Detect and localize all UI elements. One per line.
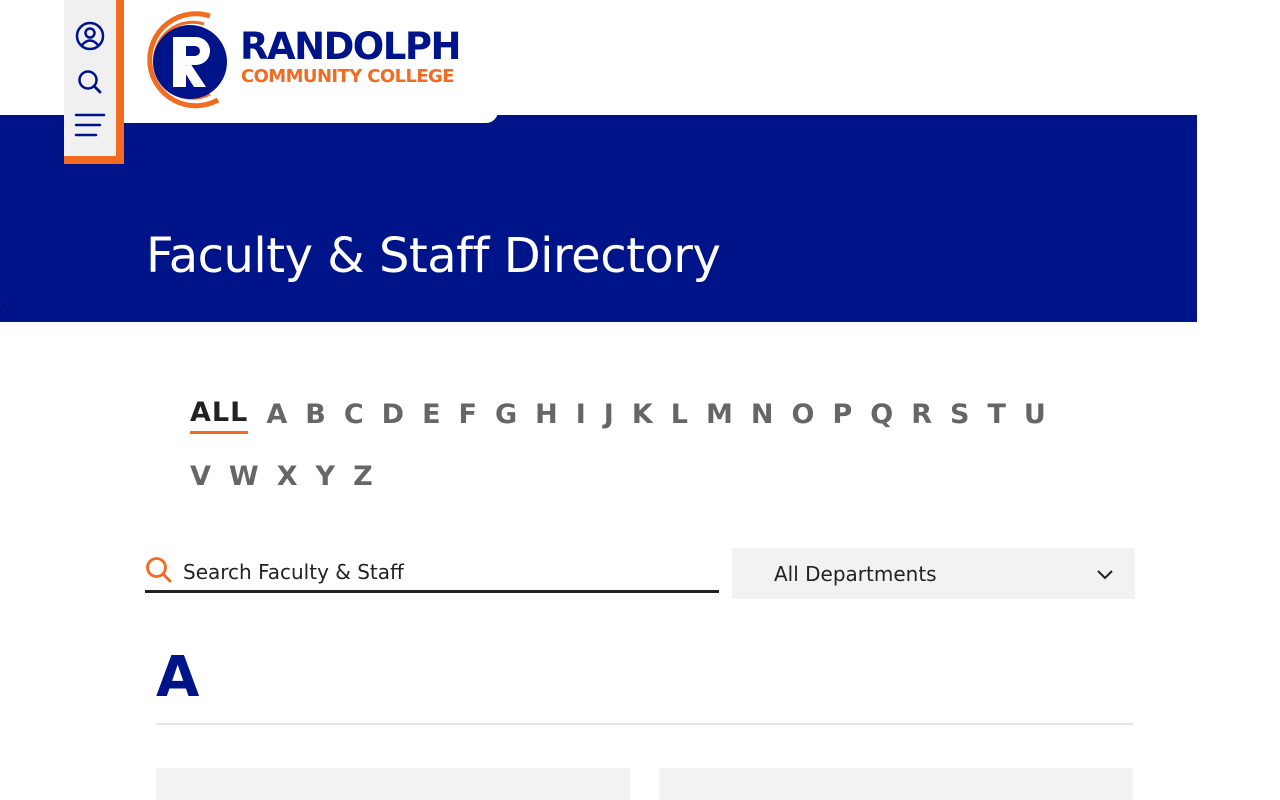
- staff-card[interactable]: [156, 768, 630, 800]
- letter-filter-l[interactable]: L: [671, 396, 689, 434]
- letter-filter-a[interactable]: A: [266, 396, 288, 434]
- letter-filter-x[interactable]: X: [277, 458, 299, 496]
- letter-filter-h[interactable]: H: [535, 396, 559, 434]
- alphabet-filter: ALL A B C D E F G H I J K L M N O P Q R …: [190, 396, 1150, 496]
- brand-subtitle: COMMUNITY COLLEGE: [241, 66, 455, 87]
- letter-filter-e[interactable]: E: [422, 396, 441, 434]
- search-icon: [146, 557, 172, 583]
- letter-filter-s[interactable]: S: [950, 396, 970, 434]
- page-title: Faculty & Staff Directory: [146, 228, 721, 284]
- letter-filter-u[interactable]: U: [1024, 396, 1047, 434]
- letter-filter-j[interactable]: J: [604, 396, 615, 434]
- letter-filter-i[interactable]: I: [576, 396, 587, 434]
- letter-filter-b[interactable]: B: [305, 396, 327, 434]
- staff-card[interactable]: [659, 768, 1133, 800]
- utility-bar: [64, 0, 124, 164]
- chevron-down-icon: [1097, 570, 1113, 580]
- user-account-icon[interactable]: [74, 20, 106, 52]
- letter-filter-f[interactable]: F: [459, 396, 478, 434]
- letter-filter-r[interactable]: R: [911, 396, 933, 434]
- college-logo-icon[interactable]: [140, 8, 236, 114]
- search-input[interactable]: [183, 556, 713, 588]
- search-icon[interactable]: [74, 66, 106, 98]
- department-select-value: All Departments: [774, 562, 937, 586]
- letter-filter-d[interactable]: D: [382, 396, 405, 434]
- letter-filter-z[interactable]: Z: [353, 458, 374, 496]
- utility-bar-inner: [64, 0, 116, 156]
- letter-filter-c[interactable]: C: [344, 396, 365, 434]
- letter-filter-n[interactable]: N: [751, 396, 775, 434]
- letter-filter-all[interactable]: ALL: [190, 396, 249, 434]
- department-select[interactable]: All Departments: [732, 548, 1135, 599]
- letter-filter-p[interactable]: P: [832, 396, 853, 434]
- menu-icon[interactable]: [74, 109, 106, 141]
- letter-filter-q[interactable]: Q: [870, 396, 894, 434]
- letter-filter-y[interactable]: Y: [316, 458, 337, 496]
- section-divider: [156, 723, 1133, 725]
- hero-banner: [0, 115, 1197, 322]
- letter-filter-k[interactable]: K: [632, 396, 654, 434]
- letter-filter-m[interactable]: M: [706, 396, 734, 434]
- search-bar: [145, 552, 719, 593]
- section-heading-letter: A: [156, 645, 200, 710]
- letter-filter-g[interactable]: G: [495, 396, 518, 434]
- stray-mark: ›: [3, 300, 7, 309]
- letter-filter-v[interactable]: V: [190, 458, 212, 496]
- letter-filter-o[interactable]: O: [791, 396, 815, 434]
- letter-filter-t[interactable]: T: [987, 396, 1006, 434]
- letter-filter-w[interactable]: W: [229, 458, 260, 496]
- brand-name: RANDOLPH: [240, 25, 461, 68]
